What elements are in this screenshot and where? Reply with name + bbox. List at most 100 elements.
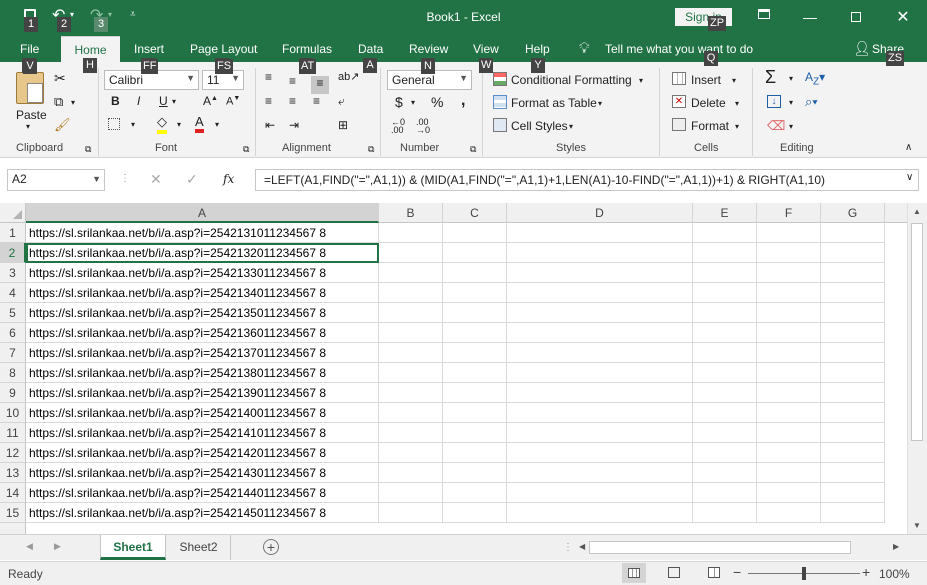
cell-a8[interactable]: https://sl.srilankaa.net/b/i/a.asp?i=254… xyxy=(26,363,379,383)
align-left-icon[interactable]: ≡ xyxy=(265,94,272,108)
format-cells-button[interactable]: Format xyxy=(691,119,729,133)
copy-dropdown-icon[interactable]: ▾ xyxy=(71,98,75,107)
sheet-tab-sheet1[interactable]: Sheet1 xyxy=(100,535,166,560)
next-sheet-icon[interactable]: ▶ xyxy=(54,541,61,552)
font-color-dropdown-icon[interactable]: ▾ xyxy=(215,120,219,129)
empty-cell[interactable] xyxy=(821,303,885,323)
zoom-in-button[interactable]: + xyxy=(862,564,870,580)
empty-cell[interactable] xyxy=(693,243,757,263)
empty-cell[interactable] xyxy=(693,363,757,383)
empty-cell[interactable] xyxy=(507,343,693,363)
empty-cell[interactable] xyxy=(693,323,757,343)
cell-a1[interactable]: https://sl.srilankaa.net/b/i/a.asp?i=254… xyxy=(26,223,379,243)
paste-label[interactable]: Paste xyxy=(16,108,47,122)
insert-cells-button[interactable]: Insert xyxy=(691,73,721,87)
tab-review[interactable]: Review xyxy=(409,42,448,56)
horizontal-scrollbar[interactable]: ◀ ▶ xyxy=(575,539,906,557)
empty-cell[interactable] xyxy=(507,423,693,443)
delete-cells-button[interactable]: Delete xyxy=(691,96,726,110)
empty-cell[interactable] xyxy=(443,383,507,403)
tab-file[interactable]: File xyxy=(20,42,39,56)
empty-cell[interactable] xyxy=(821,463,885,483)
font-color-icon[interactable]: A xyxy=(195,114,204,133)
empty-cell[interactable] xyxy=(693,343,757,363)
empty-cell[interactable] xyxy=(507,283,693,303)
column-header-e[interactable]: E xyxy=(693,203,757,223)
clear-dropdown-icon[interactable]: ▾ xyxy=(789,122,793,131)
bottom-align-icon[interactable]: ≡ xyxy=(311,76,329,94)
empty-cell[interactable] xyxy=(757,283,821,303)
empty-cell[interactable] xyxy=(821,503,885,523)
cell-a6[interactable]: https://sl.srilankaa.net/b/i/a.asp?i=254… xyxy=(26,323,379,343)
autosum-icon[interactable]: Σ xyxy=(765,67,776,88)
empty-cell[interactable] xyxy=(443,283,507,303)
empty-cell[interactable] xyxy=(821,383,885,403)
empty-cell[interactable] xyxy=(821,423,885,443)
percent-button[interactable]: % xyxy=(431,94,443,110)
empty-cell[interactable] xyxy=(379,343,443,363)
wrap-text-icon[interactable]: ⤶ xyxy=(338,94,345,109)
row-header[interactable]: 14 xyxy=(0,483,26,503)
customize-qat-icon[interactable]: ⩡ xyxy=(130,9,136,20)
column-header-f[interactable]: F xyxy=(757,203,821,223)
sort-filter-icon[interactable]: AZ▾ xyxy=(805,70,825,87)
empty-cell[interactable] xyxy=(507,323,693,343)
tell-me-search[interactable]: Tell me what you want to do xyxy=(605,42,753,56)
empty-cell[interactable] xyxy=(443,463,507,483)
merge-center-icon[interactable]: ⊞ xyxy=(338,118,348,132)
empty-cell[interactable] xyxy=(757,243,821,263)
column-header-c[interactable]: C xyxy=(443,203,507,223)
empty-cell[interactable] xyxy=(379,303,443,323)
font-launcher-icon[interactable]: ⧉ xyxy=(243,144,249,155)
empty-cell[interactable] xyxy=(757,403,821,423)
format-cells-icon[interactable] xyxy=(672,118,686,131)
alignment-launcher-icon[interactable]: ⧉ xyxy=(368,144,374,155)
formula-bar-options-icon[interactable]: ⋮ xyxy=(120,173,130,184)
currency-button[interactable]: $ xyxy=(395,94,403,110)
empty-cell[interactable] xyxy=(443,423,507,443)
row-header[interactable]: 8 xyxy=(0,363,26,383)
empty-cell[interactable] xyxy=(757,363,821,383)
tab-data[interactable]: Data xyxy=(358,42,383,56)
fill-dropdown-icon[interactable]: ▾ xyxy=(789,98,793,107)
empty-cell[interactable] xyxy=(379,363,443,383)
fill-color-icon[interactable]: ◇ xyxy=(157,114,167,134)
row-header[interactable]: 3 xyxy=(0,263,26,283)
empty-cell[interactable] xyxy=(507,223,693,243)
tab-insert[interactable]: Insert xyxy=(134,42,164,56)
fill-color-dropdown-icon[interactable]: ▾ xyxy=(177,120,181,129)
scroll-right-arrow-icon[interactable]: ▶ xyxy=(893,542,899,551)
scroll-down-arrow-icon[interactable]: ▼ xyxy=(913,521,921,530)
row-header[interactable]: 2 xyxy=(0,243,26,263)
format-as-table-icon[interactable] xyxy=(493,95,507,109)
column-header-g[interactable]: G xyxy=(821,203,885,223)
empty-cell[interactable] xyxy=(693,303,757,323)
row-header[interactable]: 11 xyxy=(0,423,26,443)
worksheet-grid[interactable]: A B C D E F G 1 https://sl.srilankaa.net/… xyxy=(0,203,927,543)
empty-cell[interactable] xyxy=(757,443,821,463)
empty-cell[interactable] xyxy=(507,243,693,263)
empty-cell[interactable] xyxy=(379,503,443,523)
empty-cell[interactable] xyxy=(507,363,693,383)
empty-cell[interactable] xyxy=(757,323,821,343)
empty-cell[interactable] xyxy=(379,463,443,483)
decrease-font-icon[interactable]: A▼ xyxy=(226,95,240,108)
column-header-b[interactable]: B xyxy=(379,203,443,223)
cell-a13[interactable]: https://sl.srilankaa.net/b/i/a.asp?i=254… xyxy=(26,463,379,483)
empty-cell[interactable] xyxy=(507,263,693,283)
empty-cell[interactable] xyxy=(379,283,443,303)
empty-cell[interactable] xyxy=(443,443,507,463)
empty-cell[interactable] xyxy=(693,263,757,283)
close-button[interactable]: ✕ xyxy=(880,0,926,34)
row-header[interactable]: 1 xyxy=(0,223,26,243)
row-header[interactable]: 10 xyxy=(0,403,26,423)
cell-a5[interactable]: https://sl.srilankaa.net/b/i/a.asp?i=254… xyxy=(26,303,379,323)
zoom-out-button[interactable]: − xyxy=(733,564,741,580)
page-layout-view-icon[interactable] xyxy=(668,567,680,578)
format-as-table-button[interactable]: Format as Table xyxy=(511,96,597,110)
middle-align-icon[interactable]: ≡ xyxy=(289,74,296,88)
insert-cells-icon[interactable] xyxy=(672,72,686,85)
empty-cell[interactable] xyxy=(443,503,507,523)
zoom-level[interactable]: 100% xyxy=(879,567,910,581)
enter-icon[interactable]: ✓ xyxy=(186,171,198,188)
